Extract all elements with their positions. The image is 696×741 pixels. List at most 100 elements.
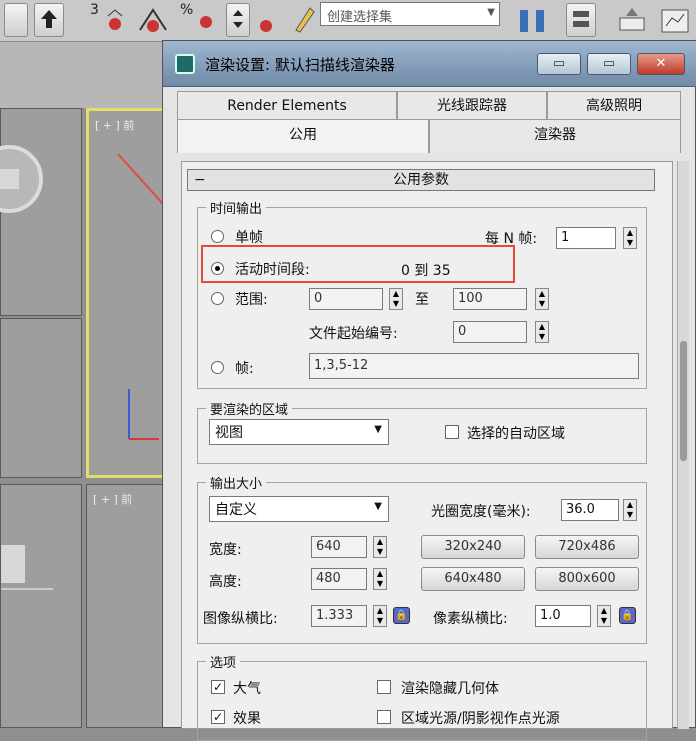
area-lights-label: 区域光源/阴影视作点光源 <box>401 711 560 727</box>
viewport-label[interactable]: [ + ] 前 <box>95 117 134 133</box>
group-title: 要渲染的区域 <box>206 399 293 418</box>
frames-label: 帧: <box>235 361 254 377</box>
minimize-button[interactable]: ▭ <box>537 53 581 75</box>
radio-single-frame[interactable] <box>211 230 224 243</box>
restore-icon: ▭ <box>602 56 616 71</box>
select-object-button[interactable] <box>34 3 64 37</box>
percent-snap-icon[interactable] <box>196 10 216 32</box>
rollout-common-parameters[interactable]: − 公用参数 <box>187 169 655 191</box>
output-preset-value: 自定义 <box>215 502 257 518</box>
percent-snap-toggle[interactable]: % <box>180 2 193 18</box>
tab-advanced-lighting[interactable]: 高级照明 <box>547 91 681 119</box>
render-hidden-label: 渲染隐藏几何体 <box>401 681 499 697</box>
height-input[interactable]: 480 <box>311 568 367 590</box>
snap-icon[interactable] <box>104 6 126 32</box>
file-start-input[interactable]: 0 <box>453 321 527 343</box>
height-spinner[interactable]: ▲ ▼ <box>373 568 387 590</box>
image-aspect-spinner[interactable]: ▲ ▼ <box>373 605 387 627</box>
object-preview-icon <box>0 145 43 213</box>
file-start-label: 文件起始编号: <box>309 326 398 342</box>
app-icon <box>175 54 195 74</box>
chevron-down-icon: ▼ <box>487 7 495 18</box>
pixel-aspect-lock-icon[interactable]: 🔒 <box>619 607 636 624</box>
spinner-icon <box>233 10 243 28</box>
auto-region-label: 选择的自动区域 <box>467 426 565 442</box>
chevron-down-icon: ▼ <box>374 424 382 435</box>
graph-editor-icon[interactable] <box>658 4 692 36</box>
minimize-icon: ▭ <box>552 56 566 71</box>
chevron-down-icon: ▼ <box>374 501 382 512</box>
dialog-title: 渲染设置: 默认扫描线渲染器 <box>205 56 395 74</box>
snap-toggle-3[interactable]: 3 <box>90 2 99 18</box>
pixel-aspect-spinner[interactable]: ▲ ▼ <box>597 605 611 627</box>
preset-800x600-button[interactable]: 800x600 <box>535 567 639 591</box>
range-to-label: 至 <box>415 292 429 308</box>
object-preview-icon <box>1 545 53 590</box>
area-select-value: 视图 <box>215 425 243 441</box>
group-options: 选项 <box>197 652 647 741</box>
group-title: 时间输出 <box>206 198 267 217</box>
radio-frames[interactable] <box>211 361 224 374</box>
group-title: 输出大小 <box>206 473 267 492</box>
group-title: 选项 <box>206 652 241 671</box>
viewport-bottom-left[interactable] <box>0 484 82 728</box>
area-lights-checkbox[interactable] <box>377 710 391 724</box>
range-end-spinner[interactable]: ▲ ▼ <box>535 288 549 310</box>
render-hidden-checkbox[interactable] <box>377 680 391 694</box>
pixel-aspect-input[interactable]: 1.0 <box>535 605 591 627</box>
frames-input[interactable]: 1,3,5-12 <box>309 353 639 379</box>
output-preset-select[interactable]: 自定义 ▼ <box>209 496 389 522</box>
tab-renderer[interactable]: 渲染器 <box>429 119 681 153</box>
aperture-label: 光圈宽度(毫米): <box>431 504 531 520</box>
close-button[interactable]: ✕ <box>637 53 685 75</box>
viewport-left-middle[interactable] <box>0 318 82 478</box>
effects-checkbox[interactable]: ✓ <box>211 710 225 724</box>
preset-640x480-button[interactable]: 640x480 <box>421 567 525 591</box>
mirror-icon[interactable] <box>514 4 554 36</box>
close-icon: ✕ <box>655 56 667 71</box>
atmosphere-checkbox[interactable]: ✓ <box>211 680 225 694</box>
radio-range[interactable] <box>211 292 224 305</box>
atmosphere-label: 大气 <box>233 681 261 697</box>
preset-320x240-button[interactable]: 320x240 <box>421 535 525 559</box>
annotation-highlight-box <box>201 245 515 283</box>
viewport-label[interactable]: [ + ] 前 <box>93 491 132 507</box>
layer-manager-icon[interactable] <box>616 4 648 36</box>
width-spinner[interactable]: ▲ ▼ <box>373 536 387 558</box>
auto-region-checkbox[interactable] <box>445 425 459 439</box>
aperture-input[interactable]: 36.0 <box>561 499 619 521</box>
image-aspect-lock-icon[interactable]: 🔒 <box>393 607 410 624</box>
file-start-spinner[interactable]: ▲ ▼ <box>535 321 549 343</box>
toolbar-button[interactable] <box>4 3 28 37</box>
snap-options-icon[interactable] <box>256 6 276 34</box>
dialog-titlebar[interactable]: 渲染设置: 默认扫描线渲染器 ▭ ▭ ✕ <box>163 41 696 87</box>
range-start-spinner[interactable]: ▲ ▼ <box>389 288 403 310</box>
every-n-spinner[interactable]: ▲ ▼ <box>623 227 637 249</box>
preset-720x486-button[interactable]: 720x486 <box>535 535 639 559</box>
image-aspect-input[interactable]: 1.333 <box>311 605 367 627</box>
collapse-icon: − <box>194 172 206 188</box>
range-end-input[interactable]: 100 <box>453 288 527 310</box>
tab-render-elements[interactable]: Render Elements <box>177 91 397 119</box>
range-start-input[interactable]: 0 <box>309 288 383 310</box>
named-selection-dropdown[interactable]: 创建选择集 ▼ <box>320 2 500 26</box>
restore-button[interactable]: ▭ <box>587 53 631 75</box>
spinner-snap-button[interactable] <box>226 3 250 37</box>
edit-named-selection-icon[interactable] <box>290 4 316 34</box>
tab-raytracer[interactable]: 光线跟踪器 <box>397 91 547 119</box>
every-n-input[interactable]: 1 <box>556 227 616 249</box>
named-selection-placeholder: 创建选择集 <box>327 10 393 25</box>
viewport-bottom-right[interactable]: [ + ] 前 <box>86 484 166 728</box>
panel-scrollbar[interactable] <box>677 161 689 729</box>
angle-snap-icon[interactable] <box>136 4 170 34</box>
image-aspect-label: 图像纵横比: <box>203 611 278 627</box>
area-select[interactable]: 视图 ▼ <box>209 419 389 445</box>
align-button[interactable] <box>566 3 596 37</box>
single-frame-label: 单帧 <box>235 230 263 246</box>
tab-common[interactable]: 公用 <box>177 119 429 153</box>
width-input[interactable]: 640 <box>311 536 367 558</box>
rollout-title: 公用参数 <box>393 172 449 188</box>
aperture-spinner[interactable]: ▲ ▼ <box>623 499 637 521</box>
viewport-top-left[interactable] <box>0 108 82 316</box>
scrollbar-thumb[interactable] <box>680 341 687 461</box>
